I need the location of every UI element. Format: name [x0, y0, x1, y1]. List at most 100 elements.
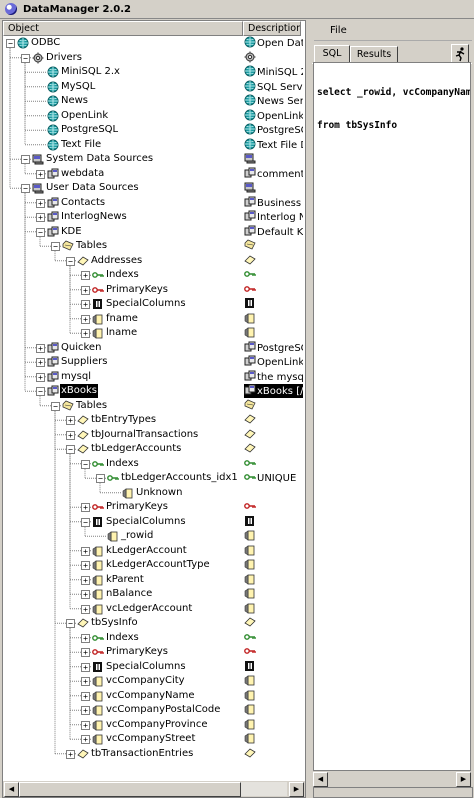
collapse-toggle[interactable]: −	[66, 445, 75, 454]
tree-row[interactable]: + kParent	[3, 573, 303, 588]
tree-row[interactable]: + webdata comment1	[3, 167, 303, 182]
tree-row[interactable]: − System Data Sources	[3, 152, 303, 167]
collapse-toggle[interactable]: −	[51, 242, 60, 251]
tree-row[interactable]: + Contacts Business c	[3, 196, 303, 211]
tree-row[interactable]: + vcCompanyPostalCode	[3, 703, 303, 718]
expand-toggle[interactable]: +	[81, 691, 90, 701]
run-query-button[interactable]	[451, 44, 469, 63]
expand-toggle[interactable]: +	[81, 503, 90, 512]
scroll-right-button[interactable]: ▶	[289, 782, 304, 797]
collapse-toggle[interactable]: −	[96, 474, 105, 483]
tree-row[interactable]: + PrimaryKeys	[3, 283, 303, 298]
expand-toggle[interactable]: +	[81, 546, 90, 556]
tree-row[interactable]: + vcCompanyName	[3, 689, 303, 704]
expand-toggle[interactable]: +	[81, 677, 90, 686]
expand-toggle[interactable]: +	[36, 213, 45, 222]
tree-row[interactable]: + vcCompanyProvince	[3, 718, 303, 733]
tree-row[interactable]: − tbLedgerAccounts_idx1 UNIQUE	[3, 471, 303, 486]
expand-toggle[interactable]: +	[81, 590, 90, 599]
tree-row[interactable]: + tbTransactionEntries	[3, 747, 303, 762]
column-header-object[interactable]: Object	[3, 21, 243, 36]
tree-row[interactable]: + nBalance	[3, 587, 303, 602]
collapse-toggle[interactable]: −	[81, 459, 90, 469]
tree-row[interactable]: + lname	[3, 326, 303, 341]
tree-row[interactable]: + Indexs	[3, 631, 303, 646]
scroll-thumb[interactable]	[19, 782, 241, 797]
tree-row[interactable]: MySQL SQL Serve	[3, 80, 303, 95]
column-header-description[interactable]: Description	[243, 21, 301, 36]
tree-row[interactable]: + tbEntryTypes	[3, 413, 303, 428]
tree-row[interactable]: PostgreSQL PostgreSQ	[3, 123, 303, 138]
tree-row[interactable]: − Addresses	[3, 254, 303, 269]
tree-row[interactable]: + mysql the mysql	[3, 370, 303, 385]
tree-row[interactable]: Unknown	[3, 486, 303, 501]
expand-toggle[interactable]: +	[66, 430, 75, 440]
expand-toggle[interactable]: +	[81, 706, 90, 715]
tree-row[interactable]: + kLedgerAccount	[3, 544, 303, 559]
expand-toggle[interactable]: +	[81, 271, 90, 280]
collapse-toggle[interactable]: −	[66, 619, 75, 628]
tree-row[interactable]: + Suppliers OpenLink	[3, 355, 303, 370]
expand-toggle[interactable]: +	[36, 343, 45, 353]
expand-toggle[interactable]: +	[81, 300, 90, 309]
tree-row[interactable]: + fname	[3, 312, 303, 327]
tab-results[interactable]: Results	[350, 46, 398, 63]
tree-horizontal-scrollbar[interactable]: ◀ ▶	[3, 780, 305, 797]
tree-row[interactable]: + Quicken PostgreSQ	[3, 341, 303, 356]
scroll-left-button[interactable]: ◀	[4, 782, 19, 797]
tree-row[interactable]: MiniSQL 2.x MiniSQL 2	[3, 65, 303, 80]
expand-toggle[interactable]: +	[81, 561, 90, 570]
expand-toggle[interactable]: +	[81, 329, 90, 338]
expand-toggle[interactable]: +	[81, 735, 90, 744]
tree-row[interactable]: + SpecialColumns	[3, 660, 303, 675]
expand-toggle[interactable]: +	[66, 416, 75, 425]
sql-editor[interactable]: select _rowid, vcCompanyName from tbSysI…	[313, 62, 471, 771]
expand-toggle[interactable]: +	[81, 720, 90, 730]
tree-row[interactable]: News News Serv	[3, 94, 303, 109]
menu-file[interactable]: File	[330, 25, 347, 36]
tree-row[interactable]: + vcCompanyStreet	[3, 732, 303, 747]
tree-row[interactable]: − Indexs	[3, 457, 303, 472]
expand-toggle[interactable]: +	[36, 358, 45, 367]
tree-row[interactable]: − tbLedgerAccounts	[3, 442, 303, 457]
tree-row[interactable]: + vcLedgerAccount	[3, 602, 303, 617]
tree-row[interactable]: − ODBC Open Data	[3, 36, 303, 51]
tree-row[interactable]: + SpecialColumns	[3, 297, 303, 312]
tree-row[interactable]: + PrimaryKeys	[3, 500, 303, 515]
collapse-toggle[interactable]: −	[81, 517, 90, 527]
object-tree[interactable]: −ODBCOpen Data−DriversMiniSQL 2.xMiniSQL…	[3, 36, 303, 780]
expand-toggle[interactable]: +	[81, 662, 90, 672]
collapse-toggle[interactable]: −	[51, 401, 60, 411]
collapse-toggle[interactable]: −	[36, 387, 45, 396]
expand-toggle[interactable]: +	[81, 314, 90, 324]
expand-toggle[interactable]: +	[81, 648, 90, 657]
expand-toggle[interactable]: +	[36, 372, 45, 382]
tree-row[interactable]: − xBooks xBooks [/u	[3, 384, 303, 399]
collapse-toggle[interactable]: −	[21, 155, 30, 164]
tree-row[interactable]: − KDE Default KD	[3, 225, 303, 240]
tree-row[interactable]: − SpecialColumns	[3, 515, 303, 530]
expand-toggle[interactable]: +	[81, 575, 90, 585]
editor-scroll-right-button[interactable]: ▶	[456, 772, 471, 787]
tree-row[interactable]: _rowid	[3, 529, 303, 544]
editor-scroll-left-button[interactable]: ◀	[313, 772, 328, 787]
expand-toggle[interactable]: +	[81, 604, 90, 614]
tree-row[interactable]: OpenLink OpenLink	[3, 109, 303, 124]
tree-row[interactable]: − User Data Sources	[3, 181, 303, 196]
expand-toggle[interactable]: +	[81, 633, 90, 643]
tree-row[interactable]: − tbSysInfo	[3, 616, 303, 631]
tree-row[interactable]: − Tables	[3, 239, 303, 254]
expand-toggle[interactable]: +	[36, 169, 45, 179]
tree-row[interactable]: + PrimaryKeys	[3, 645, 303, 660]
tree-row[interactable]: − Drivers	[3, 51, 303, 66]
expand-toggle[interactable]: +	[36, 198, 45, 208]
collapse-toggle[interactable]: −	[21, 53, 30, 63]
tree-row[interactable]: − Tables	[3, 399, 303, 414]
expand-toggle[interactable]: +	[66, 749, 75, 759]
tree-row[interactable]: + InterlogNews Interlog Ne	[3, 210, 303, 225]
collapse-toggle[interactable]: −	[36, 227, 45, 237]
tree-row[interactable]: + kLedgerAccountType	[3, 558, 303, 573]
tree-row[interactable]: + tbJournalTransactions	[3, 428, 303, 443]
tree-row[interactable]: + vcCompanyCity	[3, 674, 303, 689]
collapse-toggle[interactable]: −	[21, 184, 30, 193]
